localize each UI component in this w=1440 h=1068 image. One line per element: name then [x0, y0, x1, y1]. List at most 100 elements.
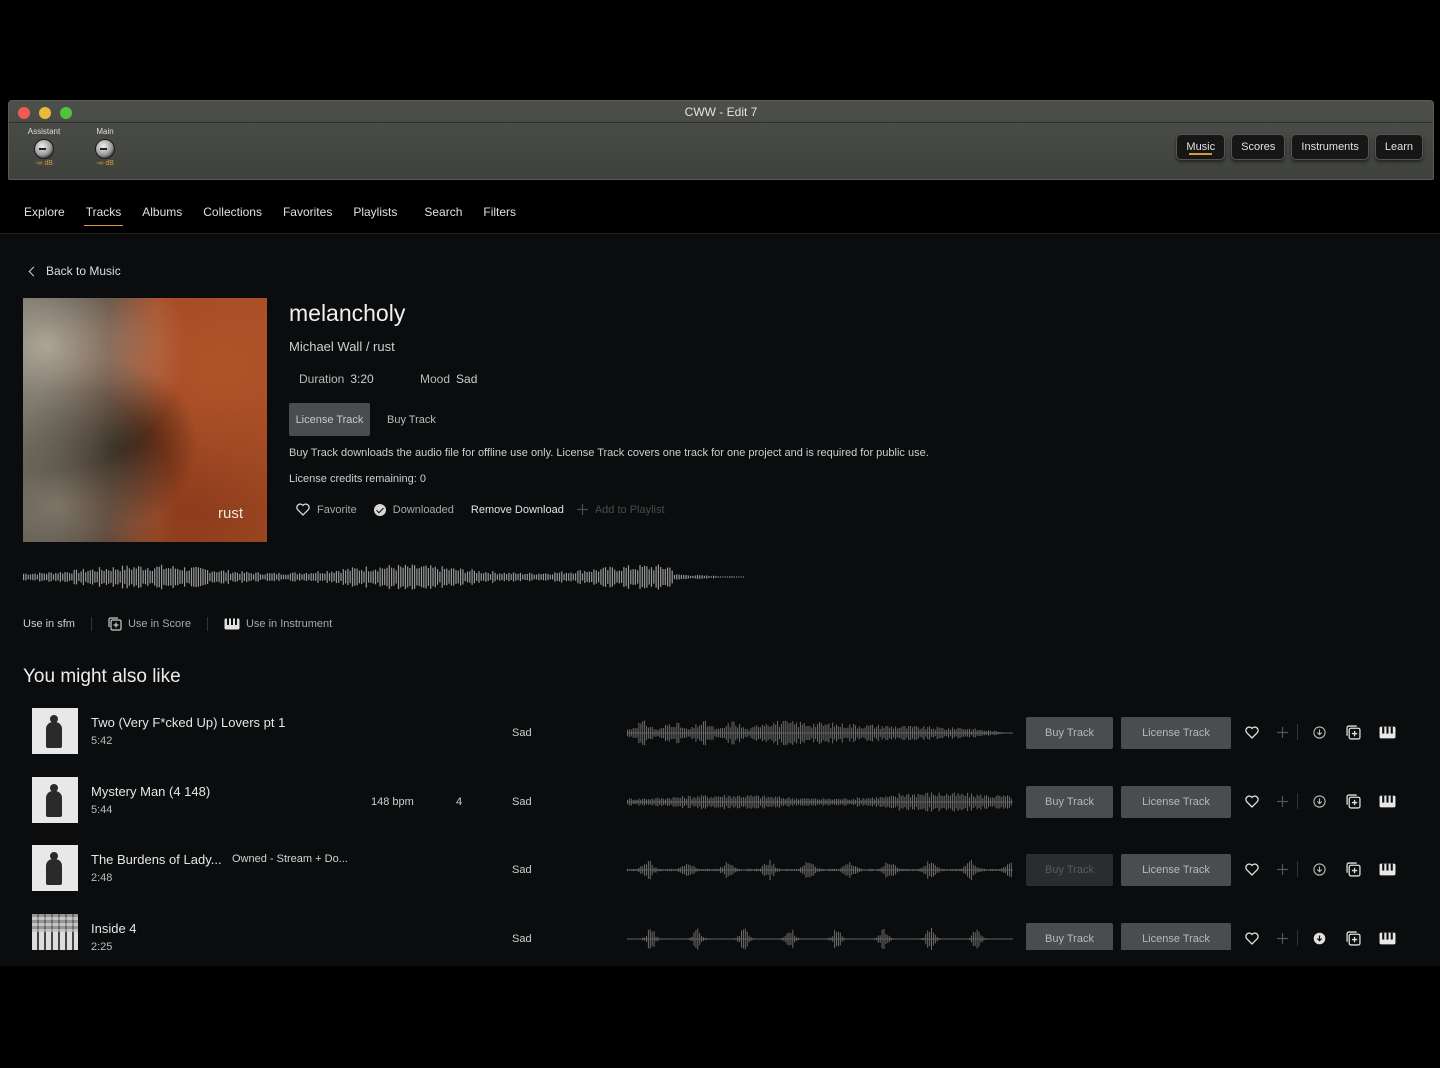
- remove-download-button[interactable]: Remove Download: [471, 504, 564, 516]
- table-row[interactable]: Inside 4 2:25 Sad Buy Track License Trac…: [0, 912, 1440, 950]
- topnav-scores-button[interactable]: Scores: [1231, 134, 1286, 160]
- add-to-playlist-button[interactable]: [1273, 860, 1291, 878]
- waveform-bar: [870, 725, 872, 741]
- waveform-bar: [957, 793, 959, 811]
- waveform-bar: [457, 570, 459, 584]
- table-row[interactable]: Mystery Man (4 148) 5:44 148 bpm 4 Sad B…: [0, 775, 1440, 843]
- track-waveform[interactable]: [23, 562, 747, 592]
- waveform-bar: [929, 864, 931, 876]
- table-row[interactable]: Two (Very F*cked Up) Lovers pt 1 5:42 Sa…: [0, 706, 1440, 774]
- add-to-playlist-button[interactable]: [1273, 929, 1291, 947]
- waveform-bar: [912, 869, 913, 871]
- waveform-bar: [706, 868, 708, 872]
- tab-explore[interactable]: Explore: [24, 196, 65, 224]
- tab-albums[interactable]: Albums: [142, 196, 182, 224]
- add-to-playlist-button[interactable]: Add to Playlist: [576, 504, 665, 516]
- tab-playlists[interactable]: Playlists: [353, 196, 397, 224]
- use-in-instrument-button[interactable]: [1378, 860, 1396, 878]
- license-track-button[interactable]: License Track: [289, 403, 370, 436]
- waveform-bar: [133, 567, 135, 587]
- track-title[interactable]: Mystery Man (4 148): [91, 784, 210, 799]
- tab-filters[interactable]: Filters: [483, 196, 516, 224]
- track-waveform[interactable]: [627, 717, 1013, 749]
- table-row[interactable]: The Burdens of Lady... 2:48 Owned - Stre…: [0, 843, 1440, 911]
- favorite-button[interactable]: [1243, 723, 1261, 741]
- use-in-sfm-button[interactable]: Use in sfm: [23, 618, 75, 630]
- waveform-bar: [710, 576, 712, 578]
- topnav-music-button[interactable]: Music: [1176, 134, 1226, 160]
- waveform-bar: [917, 938, 919, 940]
- use-in-instrument-button[interactable]: Use in Instrument: [224, 618, 332, 630]
- topnav-learn-button[interactable]: Learn: [1374, 134, 1423, 160]
- buy-track-button[interactable]: Buy Track: [1026, 786, 1113, 818]
- track-title[interactable]: Inside 4: [91, 921, 137, 936]
- waveform-bar: [729, 576, 731, 578]
- waveform-bar: [896, 867, 898, 873]
- favorite-button[interactable]: [1243, 860, 1261, 878]
- use-in-score-button[interactable]: Use in Score: [108, 617, 191, 631]
- waveform-bar: [680, 575, 682, 579]
- assistant-volume-knob[interactable]: [34, 139, 54, 159]
- plus-icon: [1276, 932, 1288, 944]
- waveform-bar: [736, 576, 738, 578]
- use-in-score-button[interactable]: [1344, 723, 1362, 741]
- download-button[interactable]: [1310, 860, 1328, 878]
- track-thumbnail[interactable]: [32, 914, 78, 950]
- use-in-instrument-button[interactable]: [1378, 723, 1396, 741]
- waveform-bar: [695, 930, 697, 948]
- track-title[interactable]: Two (Very F*cked Up) Lovers pt 1: [91, 715, 285, 730]
- waveform-bar: [722, 576, 724, 578]
- favorite-button[interactable]: [1243, 929, 1261, 947]
- license-track-button[interactable]: License Track: [1121, 923, 1231, 950]
- use-options: Use in sfm Use in Score Use in Instrumen…: [23, 617, 332, 631]
- waveform-bar: [25, 573, 27, 581]
- waveform-bar: [989, 938, 991, 940]
- license-track-button[interactable]: License Track: [1121, 786, 1231, 818]
- use-in-score-button[interactable]: [1344, 792, 1362, 810]
- add-to-playlist-button[interactable]: [1273, 792, 1291, 810]
- add-to-playlist-button[interactable]: [1273, 723, 1291, 741]
- waveform-bar: [868, 725, 870, 741]
- download-button[interactable]: [1310, 792, 1328, 810]
- buy-track-button[interactable]: Buy Track: [1026, 923, 1113, 950]
- divider: [1297, 930, 1298, 946]
- main-volume-knob[interactable]: [95, 139, 115, 159]
- waveform-bar: [887, 935, 889, 943]
- track-thumbnail[interactable]: [32, 708, 78, 754]
- track-title[interactable]: The Burdens of Lady...: [91, 852, 222, 867]
- tab-favorites[interactable]: Favorites: [283, 196, 332, 224]
- tab-tracks[interactable]: Tracks: [83, 196, 123, 226]
- use-in-score-button[interactable]: [1344, 929, 1362, 947]
- buy-track-button[interactable]: Buy Track: [1026, 717, 1113, 749]
- track-waveform[interactable]: [627, 854, 1013, 886]
- waveform-bar: [668, 938, 670, 940]
- buy-track-button[interactable]: Buy Track: [1026, 854, 1113, 886]
- track-waveform[interactable]: [627, 923, 1013, 950]
- window-title: CWW - Edit 7: [684, 105, 758, 119]
- download-button[interactable]: [1310, 929, 1328, 947]
- topnav-instruments-button[interactable]: Instruments: [1291, 134, 1369, 160]
- waveform-bar: [503, 572, 505, 582]
- use-in-instrument-button[interactable]: [1378, 792, 1396, 810]
- download-button[interactable]: [1310, 723, 1328, 741]
- favorite-button[interactable]: [1243, 792, 1261, 810]
- divider: [206, 617, 208, 631]
- waveform-bar: [432, 567, 434, 587]
- license-track-button[interactable]: License Track: [1121, 717, 1231, 749]
- favorite-button[interactable]: Favorite: [296, 503, 357, 516]
- track-waveform[interactable]: [627, 786, 1013, 818]
- track-thumbnail[interactable]: [32, 777, 78, 823]
- back-to-music-link[interactable]: Back to Music: [28, 264, 121, 278]
- waveform-bar: [485, 572, 487, 582]
- license-track-button[interactable]: License Track: [1121, 854, 1231, 886]
- tab-search[interactable]: Search: [424, 196, 462, 224]
- waveform-bar: [220, 570, 222, 584]
- use-in-score-button[interactable]: [1344, 860, 1362, 878]
- waveform-bar: [761, 865, 763, 875]
- waveform-bar: [704, 795, 706, 809]
- buy-track-button[interactable]: Buy Track: [387, 403, 436, 436]
- tab-collections[interactable]: Collections: [203, 196, 262, 224]
- use-in-instrument-button[interactable]: [1378, 929, 1396, 947]
- waveform-bar: [124, 570, 126, 584]
- track-thumbnail[interactable]: [32, 845, 78, 891]
